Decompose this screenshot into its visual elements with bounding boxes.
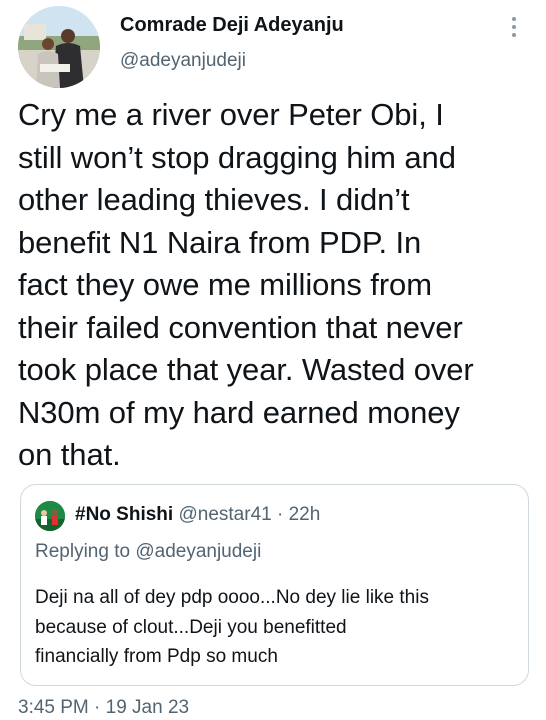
author-avatar[interactable] [18,6,100,88]
avatar-photo [18,6,100,88]
quoted-tweet-card[interactable]: #No Shishi @nestar41 · 22h Replying to @… [20,484,529,686]
author-handle[interactable]: @adeyanjudeji [120,50,246,72]
quote-text: Deji na all of dey pdp oooo...No dey lie… [35,587,429,667]
quote-replying-to[interactable]: Replying to @adeyanjudeji [35,541,261,563]
more-dot [512,33,516,37]
author-name[interactable]: Comrade Deji Adeyanju [120,14,344,37]
quote-author-avatar[interactable] [35,501,65,531]
quote-author-handle-time: @nestar41 · 22h [178,504,321,525]
quote-author-name[interactable]: #No Shishi [75,504,173,525]
tweet-timestamp[interactable]: 3:45 PM · 19 Jan 23 [18,697,189,719]
more-dot [512,25,516,29]
quote-header: #No Shishi @nestar41 · 22h [75,504,320,526]
quote-avatar-photo [35,501,65,531]
tweet-text: Cry me a river over Peter Obi, I still w… [18,97,474,472]
tweet: Comrade Deji Adeyanju @adeyanjudeji Cry … [0,0,546,720]
more-vertical-icon[interactable] [504,12,524,42]
more-dot [512,17,516,21]
